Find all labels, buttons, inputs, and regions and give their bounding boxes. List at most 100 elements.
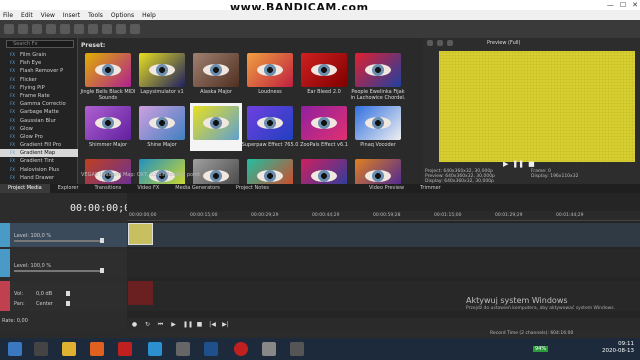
fx-item[interactable]: Garbage Matte [0,108,78,116]
preset-thumbnail[interactable] [247,53,293,87]
audio-clip[interactable] [128,281,153,305]
render-icon[interactable] [46,24,56,34]
menu-help[interactable]: Help [142,12,156,19]
fx-item[interactable]: Frame Rate [0,92,78,100]
video-track-2-header[interactable]: Level: 100,0 % [0,249,127,277]
tab-video-fx[interactable]: Video FX [129,184,167,193]
skype-icon[interactable] [148,342,162,356]
preview-quality-select[interactable]: Preview (Full) [487,40,521,46]
maximize-icon[interactable]: ☐ [620,0,626,10]
start-icon[interactable] [8,342,22,356]
video-clip[interactable] [128,223,153,245]
preset-thumbnail[interactable] [355,53,401,87]
eye-image-icon [203,170,229,182]
video-level-slider[interactable] [100,238,104,243]
paste-icon[interactable] [102,24,112,34]
fx-item[interactable]: Glow [0,125,78,133]
battery-indicator[interactable]: 94% [533,346,549,352]
app4-icon[interactable] [290,342,304,356]
copy-icon[interactable] [88,24,98,34]
fx-item[interactable]: Flicker [0,76,78,84]
properties-icon[interactable] [60,24,70,34]
menu-tools[interactable]: Tools [88,12,103,19]
pan-slider[interactable] [66,301,70,306]
preview-settings-icon[interactable] [427,40,433,46]
preset-thumbnail[interactable] [193,53,239,87]
tab-project-media[interactable]: Project Media [0,184,50,193]
go-to-end-icon[interactable]: ▶| [222,321,229,328]
tab-transitions[interactable]: Transitions [87,184,130,193]
fx-item[interactable]: Hand Drawer [0,174,78,182]
open-icon[interactable] [18,24,28,34]
video-level-label: Level: 100,0 % [14,233,52,239]
volume-slider[interactable] [66,291,70,296]
play-icon[interactable]: ▶ [170,321,177,328]
fx-item[interactable]: Gaussian Blur [0,117,78,125]
menu-insert[interactable]: Insert [63,12,80,19]
overlay-icon[interactable] [447,40,453,46]
close-icon[interactable]: ✕ [632,0,638,10]
menu-options[interactable]: Options [111,12,134,19]
redo-icon[interactable] [130,24,140,34]
fx-item[interactable]: Gradient Fill Pro [0,141,78,149]
fx-item[interactable]: Flying PiP [0,84,78,92]
preset-thumbnail[interactable] [193,106,239,140]
preset-thumbnail[interactable] [85,106,131,140]
tab-video-preview[interactable]: Video Preview [361,184,412,193]
fx-item[interactable]: Halovision Plus [0,166,78,174]
stop-icon[interactable]: ■ [196,321,203,328]
preset-thumbnail[interactable] [301,106,347,140]
fx-item[interactable]: Gradient Tint [0,157,78,165]
record-icon[interactable]: ● [131,321,138,328]
taskbar-clock[interactable]: 09:11 2020-08-13 [602,341,634,355]
save-icon[interactable] [32,24,42,34]
go-to-start-icon[interactable]: |◀ [209,321,216,328]
cut-icon[interactable] [74,24,84,34]
fx-item[interactable]: Film Grain [0,51,78,59]
menu-edit[interactable]: Edit [21,12,33,19]
minimize-icon[interactable]: — [607,0,614,10]
app3-icon[interactable] [262,342,276,356]
bandicam-icon[interactable] [234,342,248,356]
preset-thumbnail[interactable] [355,106,401,140]
tab-explorer[interactable]: Explorer [50,184,87,193]
preset-thumbnail[interactable] [85,53,131,87]
stop-icon[interactable]: ■ [528,160,535,168]
explorer-icon[interactable] [62,342,76,356]
timeline-ruler[interactable]: 00:00:00;00 00:00:15;00 00:00:29;29 00:00:4… [127,211,640,221]
tab-media-generators[interactable]: Media Generators [167,184,228,193]
video-track-1-header[interactable]: Level: 100,0 % [0,223,127,247]
fx-item[interactable]: Gamma Correctio [0,100,78,108]
video-level-slider-2[interactable] [100,268,104,273]
pause-icon[interactable]: ❚❚ [183,321,193,328]
menu-view[interactable]: View [41,12,55,19]
fx-item-gradient-map[interactable]: Gradient Map [0,149,78,158]
split-screen-icon[interactable] [437,40,443,46]
preset-thumbnail[interactable] [139,106,185,140]
video-track-2-lane[interactable] [127,249,640,277]
fx-item[interactable]: Glow Pro [0,133,78,141]
preset-thumbnail[interactable] [301,53,347,87]
app-icon[interactable] [118,342,132,356]
preset-thumbnail[interactable] [247,106,293,140]
eye-image-icon [149,117,175,129]
audio-track-header[interactable]: Vol: 0,0 dB Pan: Center [0,281,127,311]
tab-trimmer[interactable]: Trimmer [412,184,449,193]
preset-thumbnail[interactable] [139,53,185,87]
undo-icon[interactable] [116,24,126,34]
play-from-start-icon[interactable]: ⏮ [157,321,164,328]
menu-file[interactable]: File [3,12,13,19]
new-icon[interactable] [4,24,14,34]
play-icon[interactable]: ▶ [503,160,508,168]
fx-item[interactable]: Fish Eye [0,59,78,67]
fx-search-input[interactable]: Search Fx [6,40,74,48]
loop-icon[interactable]: ↻ [144,321,151,328]
fx-item[interactable]: Flash Remover P [0,67,78,75]
video-track-1-lane[interactable] [127,223,640,247]
app2-icon[interactable] [176,342,190,356]
vegas-icon[interactable] [204,342,218,356]
firefox-icon[interactable] [90,342,104,356]
pause-icon[interactable]: ❚❚ [512,160,524,168]
search-icon[interactable] [34,342,48,356]
tab-project-notes[interactable]: Project Notes [228,184,277,193]
